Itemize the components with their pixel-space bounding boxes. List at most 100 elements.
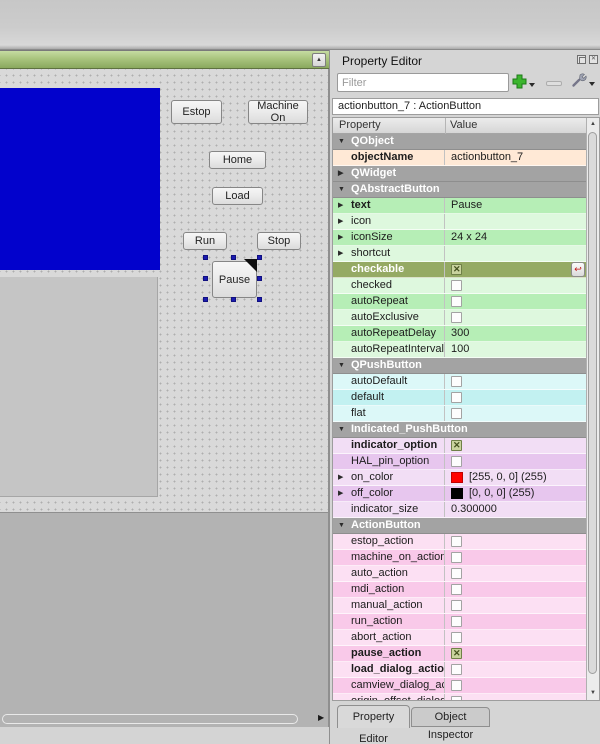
stop-button[interactable]: Stop <box>257 232 301 250</box>
property-group-QAbstractButton[interactable]: ▼QAbstractButton <box>333 182 586 198</box>
property-row-flat[interactable]: flat <box>333 406 586 422</box>
table-header[interactable]: Property Value <box>333 118 586 134</box>
property-value[interactable] <box>446 630 586 645</box>
property-name[interactable]: autoRepeat <box>333 294 445 309</box>
load-button[interactable]: Load <box>212 187 263 205</box>
checkbox-unchecked[interactable] <box>451 296 462 307</box>
property-row-iconSize[interactable]: ▶iconSize24 x 24 <box>333 230 586 246</box>
checkbox-unchecked[interactable] <box>451 392 462 403</box>
property-row-shortcut[interactable]: ▶shortcut <box>333 246 586 262</box>
checkbox-unchecked[interactable] <box>451 664 462 675</box>
property-row-default[interactable]: default <box>333 390 586 406</box>
checkbox-checked[interactable] <box>451 264 462 275</box>
checkbox-checked[interactable] <box>451 440 462 451</box>
property-row-text[interactable]: ▶textPause <box>333 198 586 214</box>
property-value[interactable] <box>446 246 586 261</box>
remove-dynamic-property-button[interactable] <box>546 81 562 86</box>
property-name[interactable]: mdi_action <box>333 582 445 597</box>
scrollbar-thumb[interactable] <box>588 132 597 674</box>
float-dock-icon[interactable] <box>577 55 586 64</box>
property-value[interactable] <box>446 406 586 421</box>
property-value[interactable] <box>446 454 586 469</box>
property-name[interactable]: pause_action <box>333 646 445 661</box>
property-value[interactable]: Pause <box>446 198 586 213</box>
property-name[interactable]: run_action <box>333 614 445 629</box>
property-row-origin_offset_dialog[interactable]: origin_offset_dialog <box>333 694 586 701</box>
property-name[interactable]: icon <box>333 214 445 229</box>
property-row-icon[interactable]: ▶icon <box>333 214 586 230</box>
property-value[interactable] <box>446 438 586 453</box>
blue-display-widget[interactable] <box>0 88 160 270</box>
property-value[interactable] <box>446 390 586 405</box>
collapse-icon[interactable]: ▼ <box>338 518 345 533</box>
property-value[interactable] <box>446 374 586 389</box>
checkbox-unchecked[interactable] <box>451 632 462 643</box>
property-row-manual_action[interactable]: manual_action <box>333 598 586 614</box>
property-value[interactable] <box>446 550 586 565</box>
property-name[interactable]: auto_action <box>333 566 445 581</box>
property-row-indicator_size[interactable]: indicator_size0.300000 <box>333 502 586 518</box>
property-value[interactable] <box>446 582 586 597</box>
property-name[interactable]: flat <box>333 406 445 421</box>
property-group-QObject[interactable]: ▼QObject <box>333 134 586 150</box>
selection-handle-mid-right[interactable] <box>257 276 262 281</box>
property-name[interactable]: origin_offset_dialog <box>333 694 445 701</box>
shade-button[interactable]: ▲ <box>312 53 326 67</box>
selection-handle-bottom-left[interactable] <box>203 297 208 302</box>
column-header-value[interactable]: Value <box>450 119 477 131</box>
checkbox-unchecked[interactable] <box>451 312 462 323</box>
collapse-icon[interactable]: ▼ <box>338 422 345 437</box>
property-name[interactable]: manual_action <box>333 598 445 613</box>
property-value[interactable] <box>446 614 586 629</box>
estop-button[interactable]: Estop <box>171 100 222 124</box>
property-row-mdi_action[interactable]: mdi_action <box>333 582 586 598</box>
selection-handle-bottom-right[interactable] <box>257 297 262 302</box>
column-header-property[interactable]: Property <box>339 119 381 131</box>
selection-handle-top-center[interactable] <box>231 255 236 260</box>
property-name[interactable]: autoRepeatDelay <box>333 326 445 341</box>
checkbox-unchecked[interactable] <box>451 552 462 563</box>
property-value[interactable] <box>446 278 586 293</box>
property-name[interactable]: indicator_option <box>333 438 445 453</box>
add-dynamic-property-button[interactable] <box>512 74 527 89</box>
property-name[interactable]: estop_action <box>333 534 445 549</box>
collapse-icon[interactable]: ▼ <box>338 134 345 149</box>
checkbox-unchecked[interactable] <box>451 456 462 467</box>
property-name[interactable]: abort_action <box>333 630 445 645</box>
property-row-checked[interactable]: checked <box>333 278 586 294</box>
reset-property-button[interactable]: ↩ <box>571 262 585 277</box>
property-row-autoRepeat[interactable]: autoRepeat <box>333 294 586 310</box>
property-name[interactable]: text <box>333 198 445 213</box>
selection-handle-top-left[interactable] <box>203 255 208 260</box>
collapse-icon[interactable]: ▼ <box>338 182 345 197</box>
home-button[interactable]: Home <box>209 151 266 169</box>
checkbox-unchecked[interactable] <box>451 280 462 291</box>
checkbox-unchecked[interactable] <box>451 408 462 419</box>
property-value[interactable]: actionbutton_7 <box>446 150 586 165</box>
property-row-run_action[interactable]: run_action <box>333 614 586 630</box>
checkbox-unchecked[interactable] <box>451 696 462 701</box>
property-name[interactable]: autoRepeatInterval <box>333 342 445 357</box>
property-group-ActionButton[interactable]: ▼ActionButton <box>333 518 586 534</box>
column-divider[interactable] <box>445 118 446 134</box>
checkbox-unchecked[interactable] <box>451 680 462 691</box>
expand-icon[interactable]: ▶ <box>338 166 343 181</box>
checkbox-unchecked[interactable] <box>451 616 462 627</box>
property-row-estop_action[interactable]: estop_action <box>333 534 586 550</box>
property-value[interactable] <box>446 646 586 661</box>
property-value[interactable] <box>446 310 586 325</box>
filter-input[interactable] <box>337 73 509 92</box>
form-canvas[interactable]: Estop Machine On Home Load Run Stop Paus… <box>0 69 329 513</box>
property-row-off_color[interactable]: ▶off_color[0, 0, 0] (255) <box>333 486 586 502</box>
property-value[interactable]: [255, 0, 0] (255) <box>446 470 586 485</box>
property-row-camview_dialog_acti...[interactable]: camview_dialog_acti... <box>333 678 586 694</box>
close-dock-icon[interactable]: ✕ <box>589 55 598 64</box>
property-row-indicator_option[interactable]: indicator_option <box>333 438 586 454</box>
property-row-auto_action[interactable]: auto_action <box>333 566 586 582</box>
checkbox-unchecked[interactable] <box>451 536 462 547</box>
property-value[interactable]: [0, 0, 0] (255) <box>446 486 586 501</box>
property-group-Indicated_PushButton[interactable]: ▼Indicated_PushButton <box>333 422 586 438</box>
horizontal-scrollbar[interactable] <box>2 714 298 724</box>
property-name[interactable]: on_color <box>333 470 445 485</box>
vertical-scrollbar[interactable]: ▲ ▼ <box>586 118 599 700</box>
